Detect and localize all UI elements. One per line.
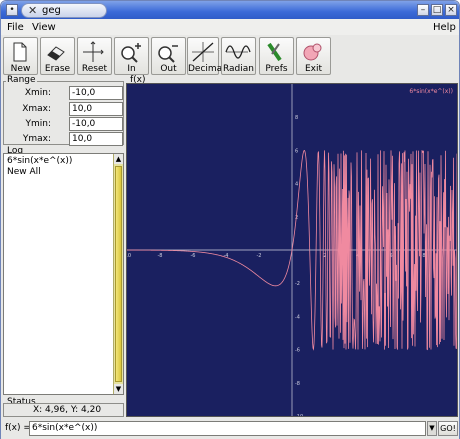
xmin-input[interactable]: -10,0 [69, 86, 123, 100]
app-icon: ✕ [28, 4, 38, 17]
ymin-input[interactable]: -10,0 [69, 117, 123, 131]
new-file-icon [13, 42, 27, 62]
graph-legend: 6*sin(x*e^(x)) [409, 88, 453, 95]
decimal-button[interactable]: Decimal [187, 37, 225, 75]
zoom-out-icon [158, 45, 178, 63]
log-scrollbar[interactable]: ▲ ▼ [113, 154, 123, 394]
decimal-label: Decimal [188, 64, 225, 74]
app-window: • ✕ geg – □ × File View Help New Erase R… [0, 0, 460, 439]
prefs-tools-icon [267, 42, 282, 62]
menu-bar: File View Help [1, 19, 459, 35]
xmax-label: Xmax: [22, 104, 51, 114]
xmin-label: Xmin: [24, 88, 51, 98]
history-dropdown-icon[interactable]: ▼ [427, 421, 437, 436]
scroll-up-icon[interactable]: ▲ [114, 154, 123, 164]
menu-file[interactable]: File [7, 22, 24, 33]
eraser-icon [47, 46, 65, 61]
menu-view[interactable]: View [32, 22, 56, 33]
y-tick-label: -10 [295, 414, 303, 416]
status-text: X: 4,96, Y: 4,20 [33, 405, 102, 415]
menu-help[interactable]: Help [433, 22, 456, 33]
scroll-down-icon[interactable]: ▼ [114, 384, 123, 394]
y-tick-label: 6 [295, 148, 298, 154]
radian-button[interactable]: Radian [221, 37, 256, 75]
erase-label: Erase [44, 64, 71, 74]
new-button[interactable]: New [3, 37, 38, 75]
window-title: geg [42, 5, 61, 16]
erase-button[interactable]: Erase [40, 37, 75, 75]
zoom-in-icon [121, 43, 141, 63]
function-label: f(x) = [5, 423, 31, 433]
close-icon[interactable]: × [445, 4, 457, 16]
decimal-graph-icon [192, 42, 214, 62]
radian-wave-icon [225, 45, 251, 59]
y-tick-label: -6 [295, 348, 300, 354]
zoom-out-label: Out [160, 64, 177, 74]
reset-button[interactable]: Reset [77, 37, 112, 75]
toolbar: New Erase Reset In Out Decimal Radian Pr… [1, 35, 459, 77]
range-title: Range [6, 75, 37, 85]
axes-icon [83, 41, 104, 62]
y-tick-label: 8 [295, 115, 298, 121]
graph-canvas[interactable]: -10-8-6-4-22468 8642-2-4-6-8-10 6*sin(x*… [123, 83, 458, 420]
y-tick-label: -2 [295, 281, 300, 287]
prefs-label: Prefs [265, 64, 288, 74]
exit-button[interactable]: Exit [296, 37, 331, 75]
function-input-row: f(x) = 6*sin(x*e^(x)) ▼ GO! [1, 419, 459, 439]
plot-svg: -10-8-6-4-22468 8642-2-4-6-8-10 6*sin(x*… [123, 84, 458, 420]
log-entry[interactable]: 6*sin(x*e^(x)) [7, 156, 72, 166]
prefs-button[interactable]: Prefs [259, 37, 294, 75]
x-tick-label: -8 [158, 253, 163, 259]
xmax-input[interactable]: 10,0 [69, 102, 123, 116]
zoom-out-button[interactable]: Out [151, 37, 186, 75]
log-list[interactable]: 6*sin(x*e^(x)) New All ▲ ▼ [3, 153, 124, 395]
new-label: New [10, 64, 31, 74]
zoom-in-label: In [127, 64, 136, 74]
maximize-icon[interactable]: □ [431, 4, 443, 16]
x-tick-label: -10 [127, 253, 131, 259]
function-input[interactable]: 6*sin(x*e^(x)) [29, 421, 426, 436]
radian-label: Radian [222, 64, 254, 74]
title-bar: • ✕ geg – □ × [1, 1, 459, 19]
minimize-icon[interactable]: – [417, 4, 429, 16]
reset-label: Reset [81, 64, 108, 74]
exit-icon [303, 43, 322, 61]
go-button[interactable]: GO! [438, 421, 458, 436]
exit-label: Exit [304, 64, 323, 74]
y-tick-label: -4 [295, 314, 300, 320]
scroll-thumb[interactable] [115, 166, 122, 382]
x-tick-label: -6 [191, 253, 196, 259]
ymax-input[interactable]: 10,0 [69, 132, 123, 146]
ymax-label: Ymax: [22, 134, 51, 144]
zoom-in-button[interactable]: In [114, 37, 149, 75]
window-menu-icon[interactable]: • [6, 4, 18, 16]
log-entry[interactable]: New All [7, 167, 41, 177]
y-tick-label: -8 [295, 381, 300, 387]
title-pill: ✕ geg [21, 3, 107, 18]
y-tick-label: 4 [295, 182, 298, 188]
x-tick-label: -2 [257, 253, 262, 259]
ymin-label: Ymin: [25, 119, 51, 129]
